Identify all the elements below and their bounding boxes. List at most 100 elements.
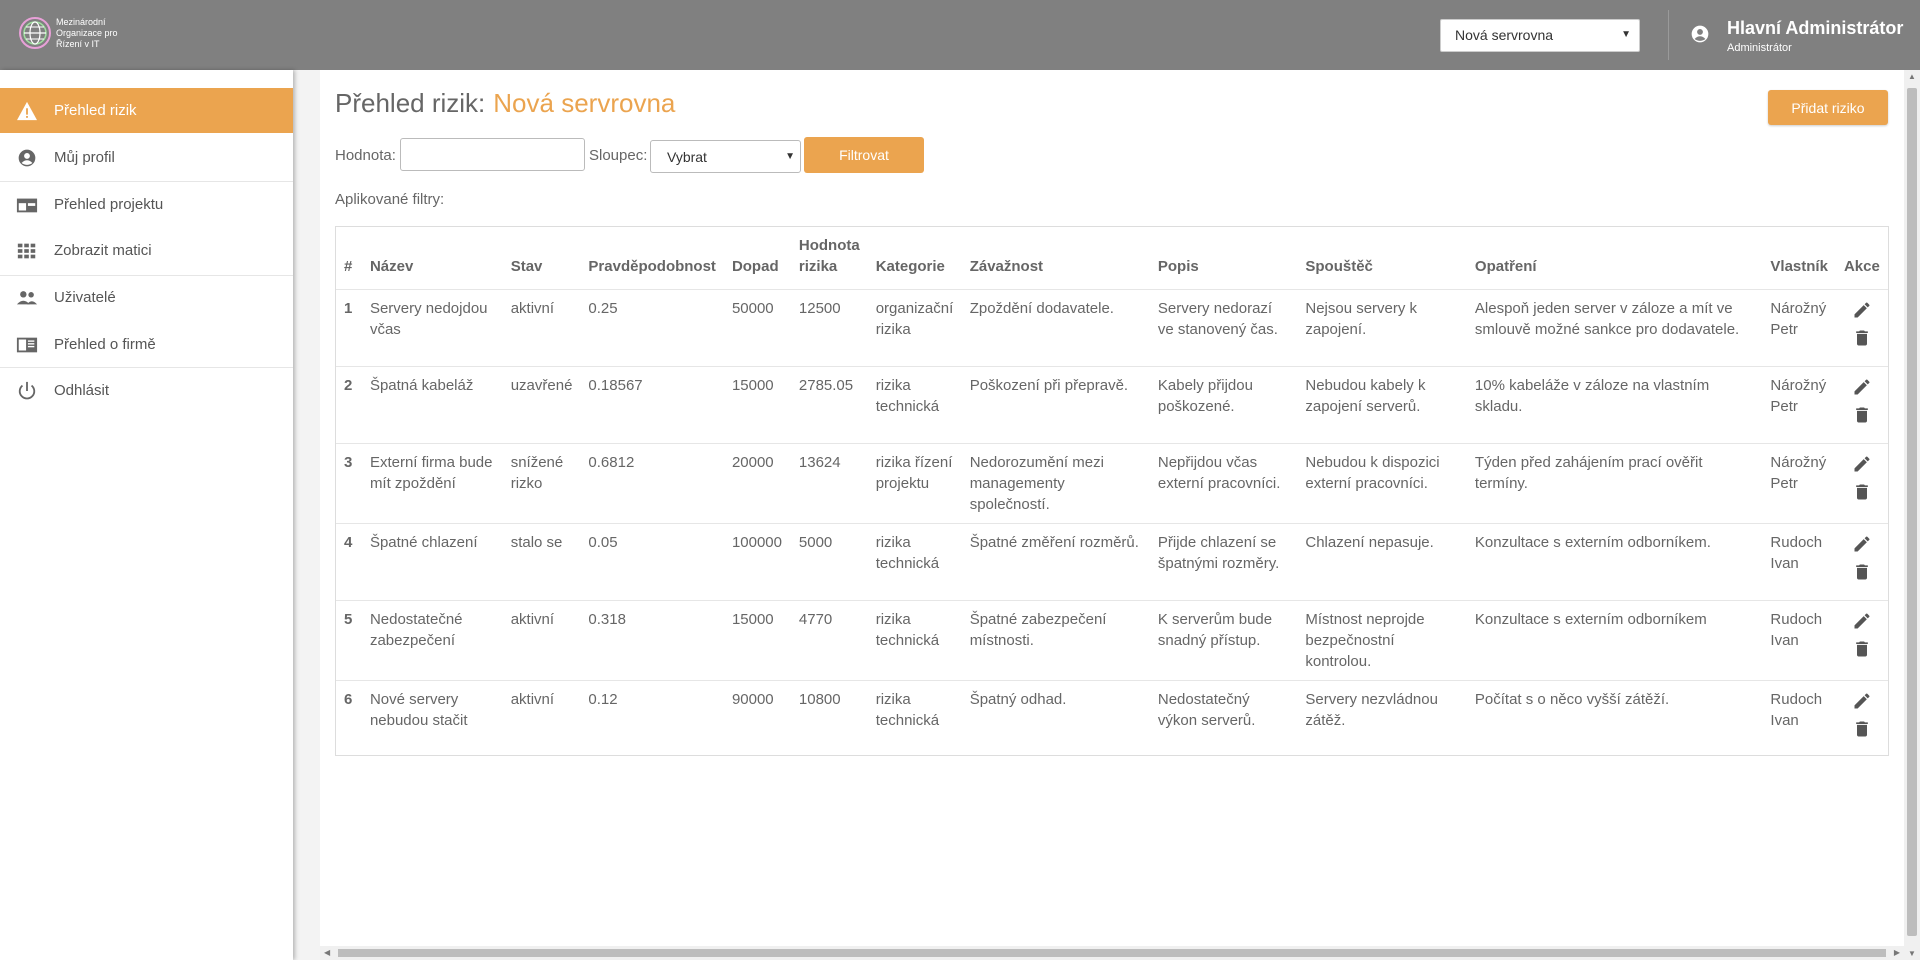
column-header: Hodnota rizika	[798, 236, 860, 275]
card-icon	[16, 198, 38, 213]
sidebar-item-risk-overview[interactable]: Přehled rizik	[0, 88, 293, 133]
filter-value-label: Hodnota:	[335, 147, 396, 164]
filter-button[interactable]: Filtrovat	[804, 137, 924, 173]
column-select-value: Vybrat	[667, 149, 707, 165]
column-header: Spouštěč	[1305, 257, 1373, 275]
table-cell: Zpoždění dodavatele.	[961, 288, 1150, 366]
edit-icon[interactable]	[1852, 691, 1872, 711]
scroll-left-icon[interactable]: ◀	[324, 948, 330, 957]
sidebar: Přehled rizik Můj profil Přehled projekt…	[0, 70, 293, 960]
table-cell: stalo se	[502, 522, 581, 600]
table-cell: Kabely přijdou poškozené.	[1149, 365, 1298, 443]
table-cell: Místnost neprojde bezpečnostní kontrolou…	[1297, 599, 1467, 680]
add-risk-button[interactable]: Přidat riziko	[1768, 90, 1888, 125]
scroll-up-icon[interactable]: ▲	[1908, 72, 1916, 81]
delete-icon[interactable]	[1852, 482, 1872, 502]
table-cell: aktivní	[502, 679, 581, 757]
row-actions	[1835, 679, 1888, 757]
column-header: Opatření	[1474, 257, 1537, 275]
user-name[interactable]: Hlavní Administrátor	[1727, 18, 1903, 39]
table-cell: aktivní	[502, 288, 581, 366]
table-cell: 1	[336, 288, 362, 366]
edit-icon[interactable]	[1852, 534, 1872, 554]
edit-icon[interactable]	[1852, 300, 1872, 320]
table-row: 1 Servery nedojdou včas aktivní 0.25 50000 12…	[336, 288, 1888, 366]
account-circle-icon[interactable]	[1690, 24, 1710, 44]
sidebar-item-label: Přehled o firmě	[54, 336, 156, 353]
table-cell: 15000	[723, 365, 791, 443]
table-cell: Rudoch Ivan	[1762, 522, 1836, 600]
table-cell: Chlazení nepasuje.	[1297, 522, 1467, 600]
top-header: Mezinárodní Organizace pro Řízení v IT N…	[0, 0, 1920, 70]
sidebar-item-project-overview[interactable]: Přehled projektu	[0, 182, 293, 227]
sidebar-item-label: Přehled projektu	[54, 196, 164, 213]
delete-icon[interactable]	[1852, 562, 1872, 582]
sidebar-item-my-profile[interactable]: Můj profil	[0, 135, 293, 180]
table-cell: Servery nezvládnou zátěž.	[1297, 679, 1467, 757]
warning-icon	[17, 101, 37, 121]
table-cell: 0.12	[580, 679, 724, 757]
delete-icon[interactable]	[1852, 639, 1872, 659]
risk-table: # Název Stav Pravděpodobnost Dopad Hodnota ri…	[335, 226, 1889, 757]
table-cell: 10800	[790, 679, 868, 757]
table-cell: 20000	[723, 442, 791, 523]
column-header: Vlastník	[1770, 257, 1828, 275]
table-cell: Nedostatečné zabezpečení	[361, 599, 503, 680]
table-cell: 0.318	[580, 599, 724, 680]
column-header: #	[344, 257, 353, 275]
table-cell: Týden před zahájením prací ověřit termín…	[1466, 442, 1763, 523]
scroll-right-icon[interactable]: ▶	[1894, 948, 1900, 957]
table-cell: rizika technická	[867, 679, 962, 757]
scroll-thumb[interactable]	[1907, 88, 1917, 936]
delete-icon[interactable]	[1852, 405, 1872, 425]
delete-icon[interactable]	[1852, 328, 1872, 348]
table-cell: rizika řízení projektu	[867, 442, 962, 523]
delete-icon[interactable]	[1852, 719, 1872, 739]
column-select[interactable]: Vybrat ▼	[650, 140, 801, 173]
table-cell: Špatný odhad.	[961, 679, 1150, 757]
table-cell: Konzultace s externím odborníkem	[1466, 599, 1763, 680]
sidebar-item-users[interactable]: Uživatelé	[0, 275, 293, 320]
power-icon	[18, 381, 36, 400]
globe-logo-icon	[19, 17, 51, 49]
edit-icon[interactable]	[1852, 611, 1872, 631]
row-actions	[1835, 599, 1888, 680]
user-role: Administrátor	[1727, 42, 1792, 54]
sidebar-item-logout[interactable]: Odhlásit	[0, 368, 293, 413]
column-header: Název	[369, 257, 414, 275]
table-cell: Přijde chlazení se špatnými rozměry.	[1149, 522, 1298, 600]
column-header: Pravděpodobnost	[588, 257, 716, 275]
sidebar-item-label: Uživatelé	[54, 289, 116, 306]
table-cell: Servery nedorazí ve stanovený čas.	[1149, 288, 1298, 366]
table-cell: Nárožný Petr	[1762, 365, 1836, 443]
logo-text: Mezinárodní Organizace pro Řízení v IT	[56, 16, 118, 49]
table-cell: Nové servery nebudou stačit	[361, 679, 503, 757]
main-content: Přehled rizik: Nová servrovna Přidat rizi…	[320, 70, 1904, 946]
sidebar-item-company-overview[interactable]: Přehled o firmě	[0, 322, 293, 367]
project-select[interactable]: Nová servrovna ▼	[1440, 19, 1640, 52]
horizontal-scrollbar[interactable]: ◀ ▶	[320, 946, 1904, 960]
edit-icon[interactable]	[1852, 377, 1872, 397]
table-cell: 4	[336, 522, 362, 600]
logo[interactable]: Mezinárodní Organizace pro Řízení v IT	[18, 16, 136, 50]
sidebar-item-show-matrix[interactable]: Zobrazit matici	[0, 228, 293, 273]
vertical-scrollbar[interactable]: ▲ ▼	[1904, 70, 1920, 960]
table-cell: rizika technická	[867, 365, 962, 443]
table-cell: 90000	[723, 679, 791, 757]
table-cell: 10% kabeláže v záloze na vlastním skladu…	[1466, 365, 1763, 443]
table-cell: Rudoch Ivan	[1762, 599, 1836, 680]
edit-icon[interactable]	[1852, 454, 1872, 474]
row-actions	[1835, 288, 1888, 366]
table-cell: 2785.05	[790, 365, 868, 443]
table-cell: K serverům bude snadný přístup.	[1149, 599, 1298, 680]
table-cell: Nebudou k dispozici externí pracovníci.	[1297, 442, 1467, 523]
table-cell: Špatné změření rozměrů.	[961, 522, 1150, 600]
applied-filters-label: Aplikované filtry:	[335, 191, 445, 208]
table-cell: 2	[336, 365, 362, 443]
scroll-thumb[interactable]	[338, 949, 1886, 957]
table-cell: 0.25	[580, 288, 724, 366]
column-header: Stav	[510, 257, 543, 275]
scroll-down-icon[interactable]: ▼	[1908, 949, 1916, 958]
table-cell: Počítat s o něco vyšší zátěží.	[1466, 679, 1763, 757]
filter-value-input[interactable]	[400, 138, 585, 171]
